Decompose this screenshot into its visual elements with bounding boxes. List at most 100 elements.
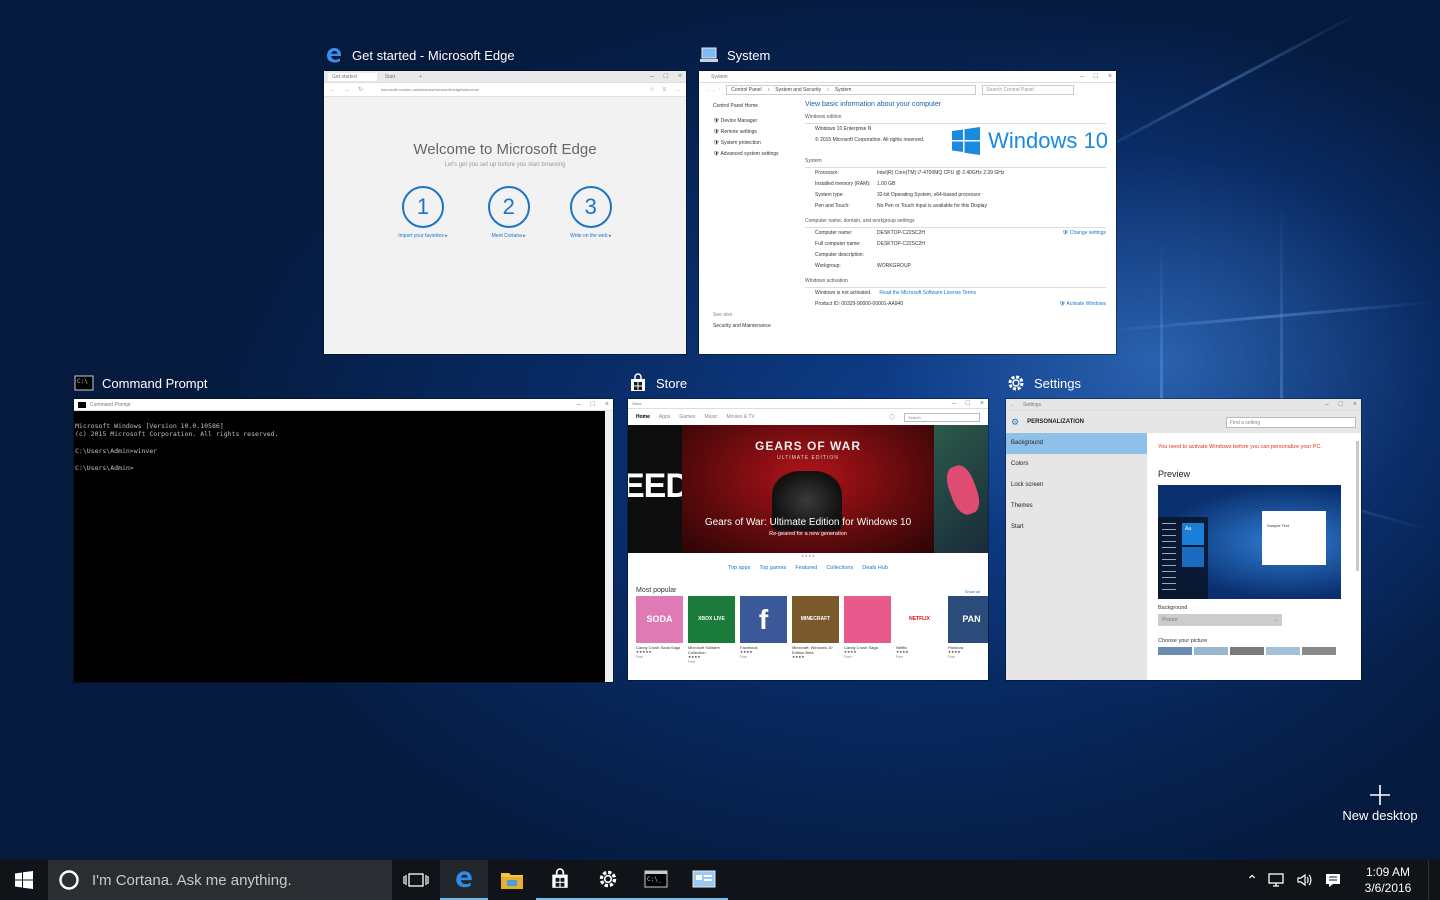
link-top-games[interactable]: Top games (759, 565, 786, 571)
link-deals-hub[interactable]: Deals Hub (862, 565, 888, 571)
close-icon[interactable]: × (678, 73, 682, 80)
link-featured[interactable]: Featured (795, 565, 817, 571)
maximize-icon[interactable]: □ (664, 73, 668, 80)
link-system-protection[interactable]: 🛡 System protection (713, 138, 799, 149)
picture-thumb[interactable] (1266, 647, 1300, 655)
minimize-icon[interactable]: – (1325, 401, 1329, 408)
maximize-icon[interactable]: □ (591, 401, 595, 408)
minimize-icon[interactable]: – (650, 73, 654, 80)
task-view-window-cmd[interactable]: C:\ Command Prompt Command Prompt – □ × Mi… (74, 370, 613, 682)
search-input[interactable]: Search (904, 412, 980, 422)
app-tile[interactable]: MINECRAFT Minecraft: Windows 10 Edition B… (792, 596, 839, 665)
scrollbar[interactable] (605, 411, 613, 682)
back-icon[interactable]: ← (330, 87, 336, 93)
breadcrumb[interactable]: Control Panel › System and Security › Syst… (726, 85, 977, 95)
minimize-icon[interactable]: – (952, 400, 956, 407)
scrollbar[interactable] (1356, 441, 1359, 571)
taskbar-edge[interactable] (440, 860, 488, 900)
console-output[interactable]: Microsoft Windows [Version 10.0.10586] (c… (74, 411, 613, 473)
close-icon[interactable]: × (605, 401, 609, 408)
step-write[interactable]: 3 Write on the web ▸ (569, 186, 612, 239)
change-settings-link[interactable]: 🛡 Change settings (1062, 230, 1106, 236)
close-icon[interactable]: × (980, 400, 984, 407)
show-desktop-button[interactable] (1428, 860, 1434, 900)
user-icon[interactable]: ◯ (889, 414, 895, 420)
link-device-manager[interactable]: 🛡 Device Manager (713, 116, 799, 127)
nav-music[interactable]: Music (704, 414, 717, 420)
link-advanced-system-settings[interactable]: 🛡 Advanced system settings (713, 149, 799, 160)
maximize-icon[interactable]: □ (1094, 73, 1098, 80)
taskbar-system[interactable] (680, 860, 728, 900)
chevron-up-icon[interactable]: ⌃ (1246, 872, 1258, 889)
cortana-search-box[interactable]: I'm Cortana. Ask me anything. (48, 860, 392, 900)
carousel-dots[interactable]: ● ● ● ● (628, 553, 988, 561)
task-view-window-edge[interactable]: Get started - Microsoft Edge Get started… (324, 42, 686, 354)
back-icon[interactable]: ← (1010, 402, 1015, 408)
hub-icon[interactable]: ≡ (662, 87, 666, 93)
breadcrumb-item[interactable]: Control Panel (731, 87, 761, 93)
forward-icon[interactable]: → (344, 87, 350, 93)
step-cortana[interactable]: 2 Meet Cortana ▸ (487, 186, 530, 239)
menu-start[interactable]: Start (1006, 517, 1147, 538)
network-icon[interactable] (1268, 872, 1286, 888)
task-view-window-store[interactable]: Store Store – □ × Home Apps Games Music Mo… (628, 370, 988, 682)
task-view-window-system[interactable]: System System – □ × ← → ↑ Control Panel › S… (699, 42, 1116, 354)
start-button[interactable] (0, 860, 48, 900)
app-tile[interactable]: PAN Pandora ★★★★ Free (948, 596, 988, 665)
action-center-icon[interactable] (1324, 872, 1342, 888)
search-input[interactable]: Search Control Panel (982, 85, 1075, 95)
taskbar-file-explorer[interactable] (488, 860, 536, 900)
activate-windows-link[interactable]: 🛡 Activate Windows (1059, 299, 1106, 310)
new-desktop-button[interactable]: New desktop (1340, 782, 1420, 828)
app-tile[interactable]: Candy Crush Saga ★★★★ Free* (844, 596, 891, 665)
minimize-icon[interactable]: – (577, 401, 581, 408)
tab-start[interactable]: Start (377, 73, 416, 81)
new-tab-icon[interactable]: + (415, 74, 422, 80)
picture-thumb[interactable] (1194, 647, 1228, 655)
taskbar-store[interactable] (536, 860, 584, 900)
task-view-window-settings[interactable]: Settings ← Settings – □ × ⚙ PERSONALIZATIO… (1006, 370, 1361, 680)
find-setting-input[interactable]: Find a setting (1226, 416, 1356, 428)
menu-lock-screen[interactable]: Lock screen (1006, 475, 1147, 496)
app-tile[interactable]: f Facebook ★★★★ Free (740, 596, 787, 665)
link-remote-settings[interactable]: 🛡 Remote settings (713, 127, 799, 138)
breadcrumb-item[interactable]: System and Security (775, 87, 821, 93)
nav-apps[interactable]: Apps (659, 414, 670, 420)
license-terms-link[interactable]: Read the Microsoft Software License Term… (879, 288, 976, 299)
menu-background[interactable]: Background (1006, 433, 1147, 454)
clock[interactable]: 1:09 AM 3/6/2016 (1358, 864, 1418, 896)
nav-home[interactable]: Home (636, 414, 650, 420)
star-icon[interactable]: ☆ (649, 86, 654, 93)
address-bar[interactable]: microsoft.com/en-us/windows/microsoft-ed… (381, 87, 479, 92)
taskbar-cmd[interactable]: C:\_ (632, 860, 680, 900)
picture-thumb[interactable] (1158, 647, 1192, 655)
background-select[interactable]: Picture ⌄ (1158, 614, 1282, 626)
picture-thumb[interactable] (1302, 647, 1336, 655)
maximize-icon[interactable]: □ (966, 400, 970, 407)
task-view-button[interactable] (392, 860, 440, 900)
step-import[interactable]: 1 Import your favorites ▸ (398, 186, 448, 239)
app-tile[interactable]: XBOX LIVE Microsoft Solitaire Collection ★… (688, 596, 735, 665)
close-icon[interactable]: × (1353, 401, 1357, 408)
app-tile[interactable]: NETFLIX Netflix ★★★★ Free (896, 596, 943, 665)
refresh-icon[interactable]: ↻ (358, 86, 363, 93)
link-control-panel-home[interactable]: Control Panel Home (713, 101, 799, 112)
link-top-apps[interactable]: Top apps (728, 565, 750, 571)
hero-banner[interactable]: EED GEARS OF WAR ULTIMATE EDITION Gears … (628, 425, 988, 553)
maximize-icon[interactable]: □ (1339, 401, 1343, 408)
menu-themes[interactable]: Themes (1006, 496, 1147, 517)
link-collections[interactable]: Collections (826, 565, 853, 571)
breadcrumb-item[interactable]: System (835, 87, 852, 93)
menu-colors[interactable]: Colors (1006, 454, 1147, 475)
show-all-link[interactable]: Show all (965, 589, 980, 594)
app-tile[interactable]: SODA Candy Crush Soda Saga ★★★★★ Free (636, 596, 683, 665)
tab-get-started[interactable]: Get started (328, 72, 377, 81)
nav-movies[interactable]: Movies & TV (727, 414, 755, 420)
nav-games[interactable]: Games (679, 414, 695, 420)
link-security-maintenance[interactable]: Security and Maintenance (713, 321, 799, 332)
close-icon[interactable]: × (1108, 73, 1112, 80)
taskbar-settings[interactable] (584, 860, 632, 900)
minimize-icon[interactable]: – (1080, 73, 1084, 80)
picture-thumb[interactable] (1230, 647, 1264, 655)
more-icon[interactable]: … (674, 87, 680, 93)
